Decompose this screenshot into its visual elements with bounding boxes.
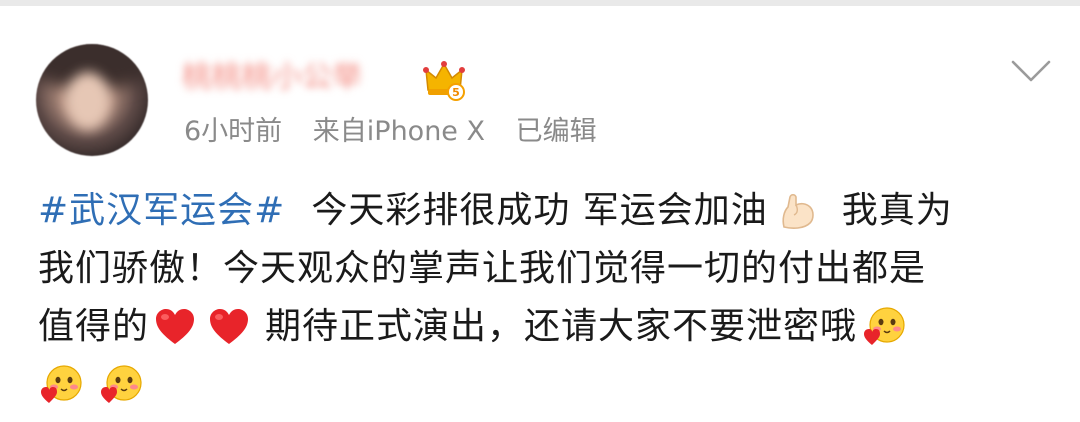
content-text: 值得的: [38, 306, 150, 347]
content-text: 期待正式演出，还请大家不要泄密哦: [265, 306, 858, 347]
blushing-heart-face-icon: [41, 365, 82, 403]
blushing-heart-face-icon: [864, 307, 905, 345]
post-meta: 6小时前 来自iPhone X 已编辑: [184, 112, 619, 152]
edited-label[interactable]: 已编辑: [516, 116, 597, 147]
svg-text:5: 5: [452, 86, 460, 99]
post-content: #武汉军运会# 今天彩排很成功 军运会加油 我真为 我们骄傲！今天观众的掌声让我…: [38, 182, 1048, 414]
post-source[interactable]: 来自iPhone X: [313, 116, 485, 147]
blushing-heart-face-icon: [101, 365, 142, 403]
flexed-biceps-icon: [782, 193, 814, 229]
avatar[interactable]: [36, 44, 148, 156]
chevron-down-icon[interactable]: [1010, 58, 1052, 84]
content-text: 我们骄傲！今天观众的掌声让我们觉得一切的付出都是: [38, 248, 927, 289]
content-line-4: [38, 356, 1048, 414]
crown-vip-icon[interactable]: 5: [422, 58, 466, 102]
content-line-2: 我们骄傲！今天观众的掌声让我们觉得一切的付出都是: [38, 240, 1048, 298]
content-line-3: 值得的 期待正式演出，还请大家不要泄密哦: [38, 298, 1048, 356]
content-line-1: #武汉军运会# 今天彩排很成功 军运会加油 我真为: [38, 182, 1048, 240]
post-time: 6小时前: [184, 116, 283, 147]
username[interactable]: 桃桃桃小公举: [182, 58, 362, 98]
content-text: 我真为: [841, 190, 953, 231]
content-text: 今天彩排很成功 军运会加油: [311, 190, 768, 231]
red-heart-icon: [210, 309, 249, 344]
red-heart-icon: [156, 309, 195, 344]
weibo-post-card: 桃桃桃小公举 5 6小时前 来自iPhone X 已编辑 #武汉军运会# 今天彩…: [0, 6, 1080, 422]
hashtag-link[interactable]: #武汉军运会#: [38, 182, 285, 240]
